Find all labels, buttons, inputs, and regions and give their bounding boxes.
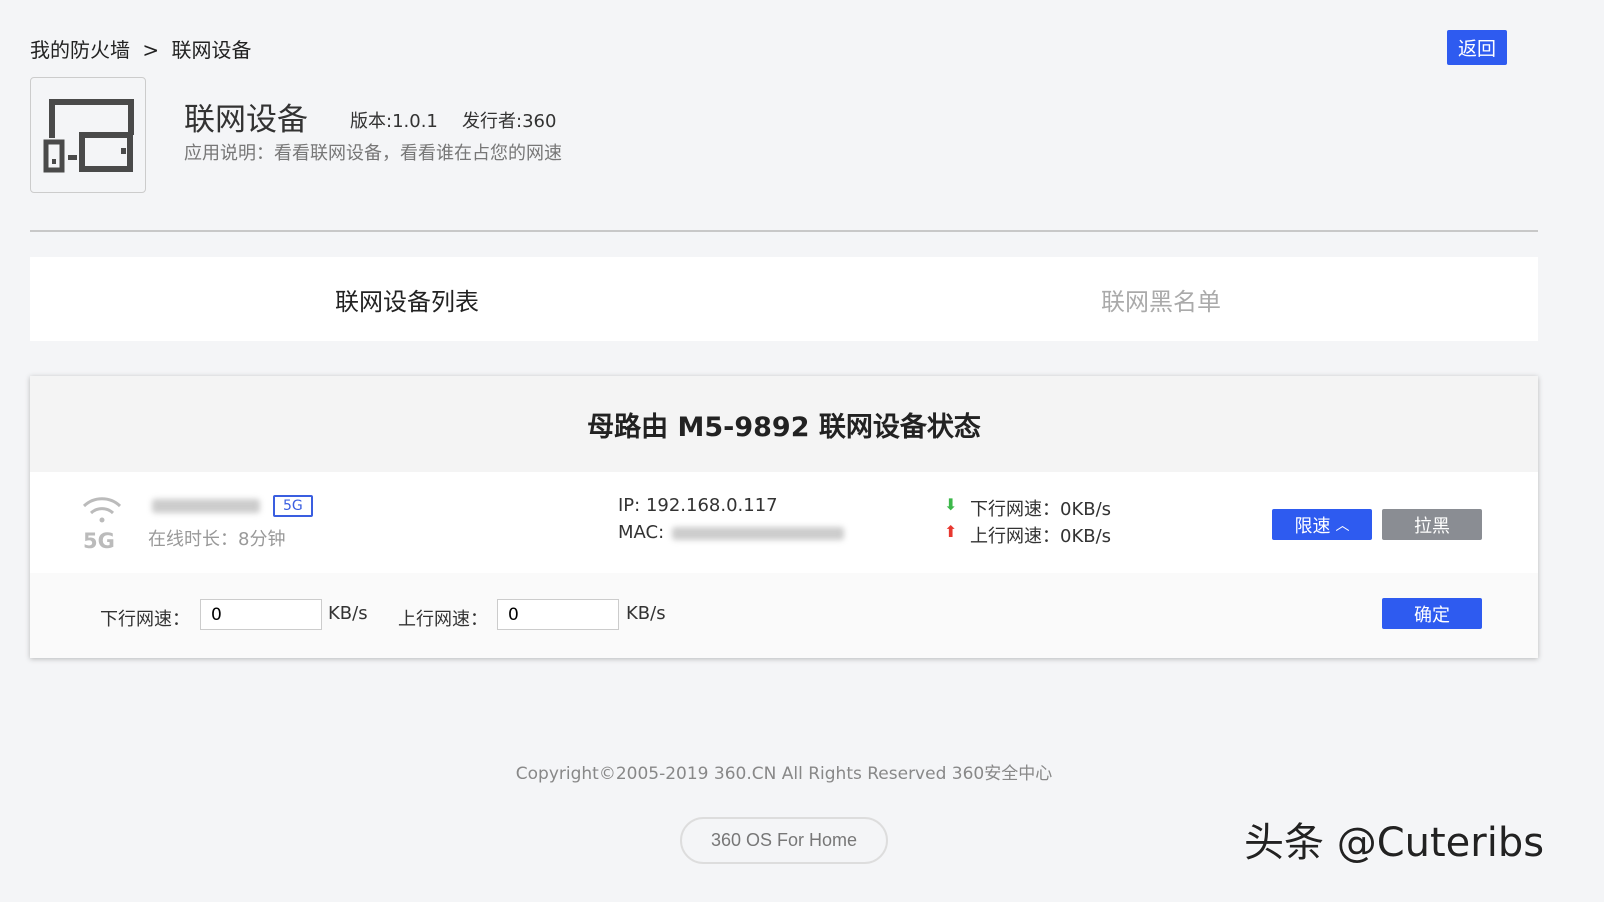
limit-speed-label: 限速 [1295,512,1331,538]
device-name-blurred [152,499,260,513]
up-limit-input[interactable] [497,599,619,630]
tab-bar: 联网设备列表 联网黑名单 [30,257,1538,341]
app-title: 联网设备 [184,94,308,139]
devices-icon [31,78,147,194]
chevron-up-icon: ︿ [1336,515,1350,535]
copyright: Copyright©2005-2019 360.CN All Rights Re… [0,759,1568,784]
wifi-5g-icon: 5G [80,492,126,550]
block-button[interactable]: 拉黑 [1382,509,1482,540]
mac-blurred [672,527,844,540]
watermark: 头条 @Cuteribs [1244,810,1544,868]
device-row: 5G 5G 在线时长：8分钟 IP: 192.168.0.117 MAC: ⬇ … [30,472,1538,573]
app-publisher: 发行者:360 [462,107,556,133]
card-title: 母路由 M5-9892 联网设备状态 [30,376,1538,472]
up-limit-unit: KB/s [626,603,666,624]
svg-text:5G: 5G [83,529,115,550]
tab-device-list[interactable]: 联网设备列表 [30,257,784,341]
band-badge: 5G [273,495,313,517]
confirm-button[interactable]: 确定 [1382,598,1482,629]
device-ip: IP: 192.168.0.117 [618,495,778,516]
up-limit-label: 上行网速： [398,605,488,631]
online-time: 在线时长：8分钟 [148,525,285,551]
app-description: 应用说明：看看联网设备，看看谁在占您的网速 [184,139,562,165]
down-limit-label: 下行网速： [100,605,190,631]
os-home-button[interactable]: 360 OS For Home [680,817,888,864]
breadcrumb-current: 联网设备 [171,38,251,62]
breadcrumb-root[interactable]: 我的防火墙 [30,38,130,62]
divider [30,230,1538,232]
down-speed: 下行网速：0KB/s [970,495,1111,521]
app-icon [30,77,146,193]
limit-speed-button[interactable]: 限速︿ [1272,509,1372,540]
breadcrumb-separator: > [142,38,159,62]
back-button[interactable]: 返回 [1447,30,1507,65]
limit-form: 下行网速： KB/s 上行网速： KB/s 确定 [30,573,1538,658]
down-arrow-icon: ⬇ [944,495,957,514]
breadcrumb: 我的防火墙 > 联网设备 [30,34,251,63]
down-limit-input[interactable] [200,599,322,630]
up-speed: 上行网速：0KB/s [970,522,1111,548]
tab-blacklist[interactable]: 联网黑名单 [784,257,1538,341]
app-version: 版本:1.0.1 [350,107,438,133]
device-status-card: 母路由 M5-9892 联网设备状态 5G 5G 在线时长：8分钟 IP: 19… [30,376,1538,658]
mac-label: MAC: [618,522,664,543]
down-limit-unit: KB/s [328,603,368,624]
up-arrow-icon: ⬆ [944,522,957,541]
